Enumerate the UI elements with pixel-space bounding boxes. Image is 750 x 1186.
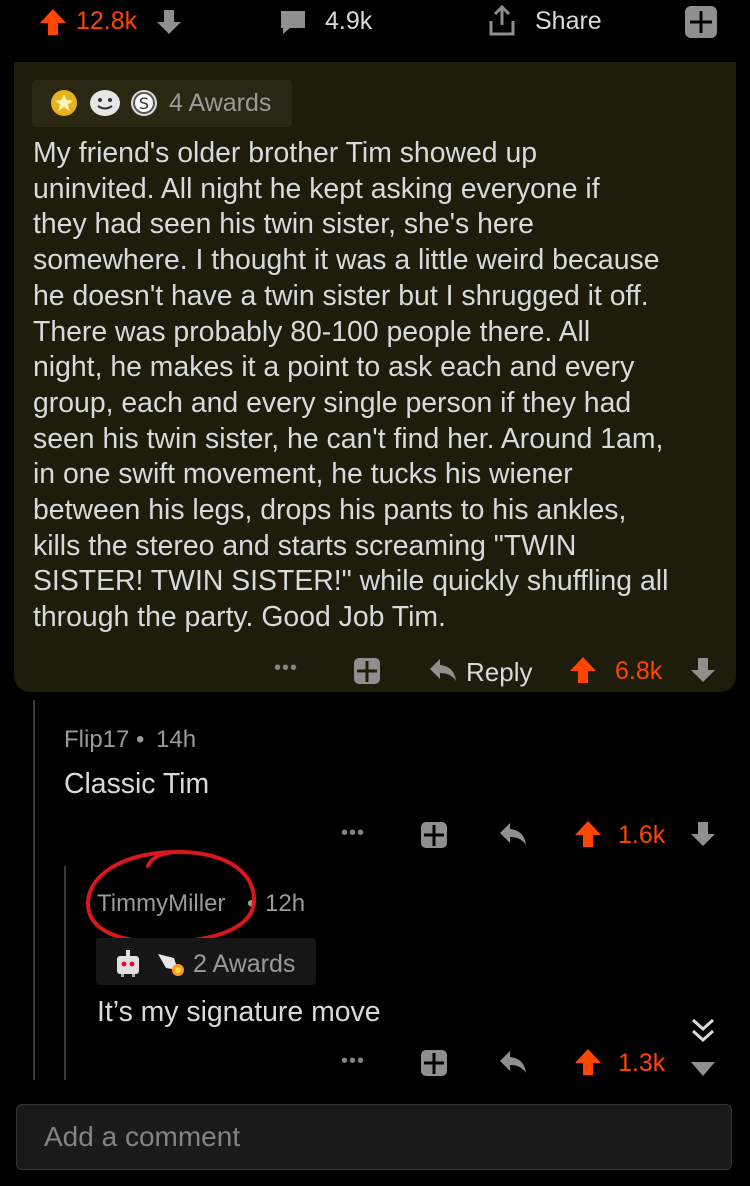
- comment-author[interactable]: Flip17: [64, 726, 129, 754]
- post-score: 12.8k: [76, 7, 138, 35]
- awards-count-label: 2 Awards: [193, 950, 296, 978]
- gift-award-icon[interactable]: [683, 3, 719, 39]
- comment-score: 1.3k: [618, 1049, 666, 1077]
- comment-body: My friend's older brother Tim showed up …: [33, 137, 669, 634]
- downvote-arrow-icon[interactable]: [156, 8, 182, 36]
- comment-bubble-icon[interactable]: [278, 7, 308, 37]
- comment-timestamp: 12h: [265, 890, 306, 917]
- gold-award-icon: [50, 89, 78, 117]
- comment-score: 1.6k: [618, 821, 666, 849]
- reply-button[interactable]: Reply: [466, 657, 532, 688]
- annotation-circle: [85, 849, 257, 945]
- gift-award-icon[interactable]: [419, 1047, 449, 1077]
- downvote-arrow-icon[interactable]: [690, 1058, 716, 1078]
- downvote-arrow-icon[interactable]: [690, 656, 716, 684]
- comment-score: 6.8k: [615, 657, 663, 685]
- gift-award-icon[interactable]: [419, 819, 449, 849]
- robot-award-icon: [111, 948, 145, 978]
- meta-separator: •: [136, 726, 145, 753]
- thread-line: [33, 700, 35, 1080]
- upvote-arrow-icon[interactable]: [574, 1047, 602, 1077]
- more-options-icon[interactable]: •••: [274, 657, 298, 680]
- rocket-award-icon: [152, 948, 186, 978]
- more-options-icon[interactable]: •••: [341, 1050, 365, 1073]
- comment-count[interactable]: 4.9k: [325, 7, 372, 36]
- more-options-icon[interactable]: •••: [341, 822, 365, 845]
- reply-arrow-icon[interactable]: [428, 656, 458, 684]
- share-button[interactable]: Share: [535, 7, 602, 36]
- upvote-arrow-icon[interactable]: [574, 819, 602, 849]
- gift-award-icon[interactable]: [352, 655, 382, 685]
- comment-timestamp: 14h: [156, 726, 197, 753]
- silver-award-icon: S: [130, 89, 158, 117]
- comment-body: Classic Tim: [64, 768, 210, 800]
- reply-arrow-icon[interactable]: [498, 820, 528, 848]
- awards-count-label: 4 Awards: [169, 89, 272, 117]
- comment-body: It’s my signature move: [97, 996, 381, 1028]
- add-comment-placeholder: Add a comment: [44, 1121, 241, 1152]
- upvote-arrow-icon[interactable]: [569, 655, 597, 685]
- wholesome-award-icon: [88, 89, 122, 117]
- upvote-arrow-icon[interactable]: [38, 7, 68, 37]
- svg-text:S: S: [139, 94, 149, 113]
- collapse-thread-icon[interactable]: [690, 1016, 716, 1046]
- downvote-arrow-icon[interactable]: [690, 820, 716, 848]
- share-icon[interactable]: [487, 4, 517, 38]
- post-action-bar: 12.8k 4.9k Share: [0, 0, 750, 46]
- thread-line-nested: [64, 866, 66, 1080]
- reply-arrow-icon[interactable]: [498, 1048, 528, 1076]
